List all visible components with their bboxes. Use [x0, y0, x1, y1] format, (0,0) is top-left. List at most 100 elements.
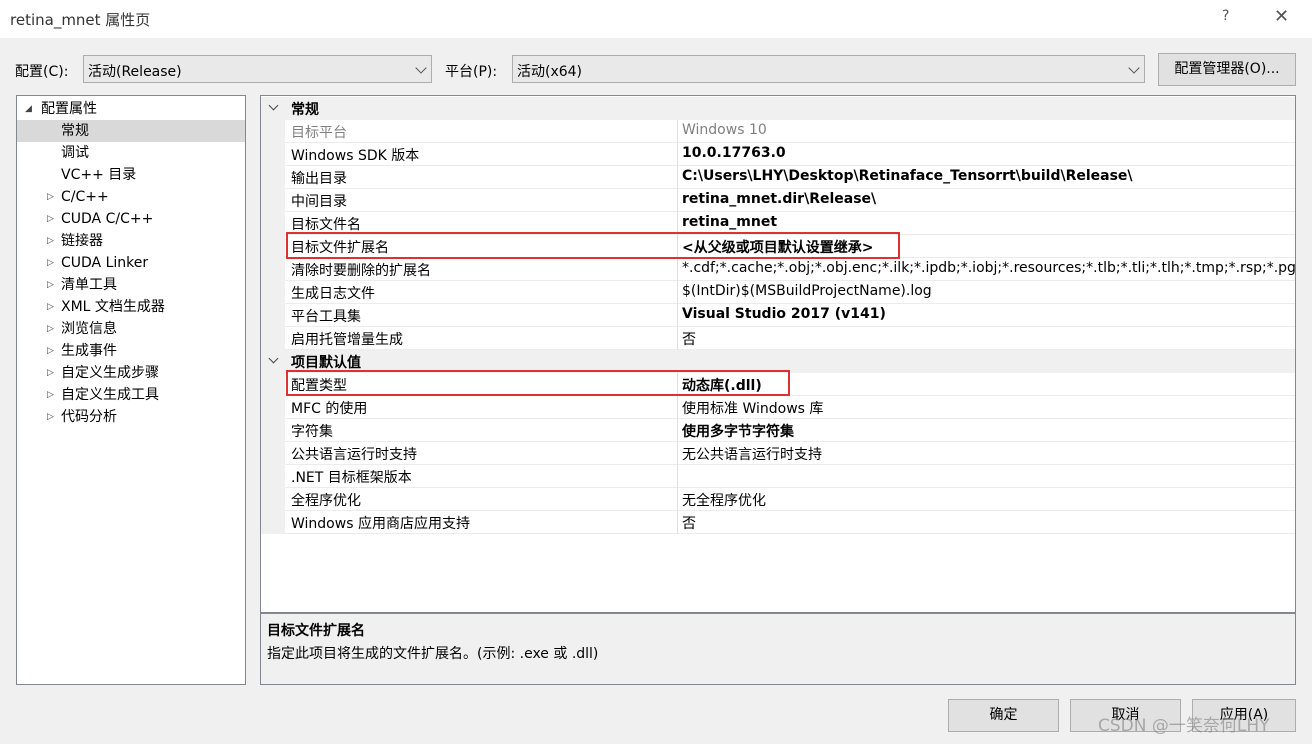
tree-item-cpp[interactable]: ▷ C/C++ — [17, 186, 245, 208]
triangle-right-icon[interactable]: ▷ — [47, 274, 54, 296]
property-value: 否 — [682, 332, 696, 348]
property-name: 生成日志文件 — [291, 286, 375, 302]
property-row[interactable]: 目标平台 Windows 10 — [261, 120, 1295, 143]
tree-item-general[interactable]: 常规 — [17, 120, 245, 142]
property-name: 目标文件名 — [291, 217, 361, 233]
tree-item-label: CUDA C/C++ — [61, 211, 154, 227]
property-name: 清除时要删除的扩展名 — [291, 263, 431, 279]
tree-item-vc-directories[interactable]: VC++ 目录 — [17, 164, 245, 186]
row-gutter — [261, 419, 285, 442]
triangle-right-icon[interactable]: ▷ — [47, 208, 54, 230]
tree-root[interactable]: ◢ 配置属性 — [17, 98, 245, 120]
platform-combo[interactable]: 活动(x64) — [512, 55, 1145, 83]
tree-item-custom-build-step[interactable]: ▷ 自定义生成步骤 — [17, 362, 245, 384]
column-divider — [677, 212, 678, 235]
row-gutter — [261, 281, 285, 304]
property-name: 启用托管增量生成 — [291, 332, 403, 348]
tree-item-build-events[interactable]: ▷ 生成事件 — [17, 340, 245, 362]
triangle-right-icon[interactable]: ▷ — [47, 384, 54, 406]
property-value: 使用标准 Windows 库 — [682, 401, 824, 417]
property-name: 目标文件扩展名 — [291, 240, 389, 256]
tree-item-browse-info[interactable]: ▷ 浏览信息 — [17, 318, 245, 340]
row-gutter — [261, 120, 285, 143]
property-name: 目标平台 — [291, 125, 347, 141]
tree-item-code-analysis[interactable]: ▷ 代码分析 — [17, 406, 245, 428]
property-row[interactable]: 生成日志文件 $(IntDir)$(MSBuildProjectName).lo… — [261, 281, 1295, 304]
triangle-right-icon[interactable]: ▷ — [47, 186, 54, 208]
close-icon[interactable]: ✕ — [1274, 6, 1289, 27]
property-row[interactable]: 目标文件名 retina_mnet — [261, 212, 1295, 235]
property-row[interactable]: 清除时要删除的扩展名 *.cdf;*.cache;*.obj;*.obj.enc… — [261, 258, 1295, 281]
column-divider — [677, 281, 678, 304]
tree-item-manifest-tool[interactable]: ▷ 清单工具 — [17, 274, 245, 296]
property-row[interactable]: 全程序优化 无全程序优化 — [261, 488, 1295, 511]
property-tree: ◢ 配置属性 常规 调试 VC++ 目录 ▷ C/C++ ▷ CUDA C/C+… — [16, 95, 246, 685]
tree-item-label: 代码分析 — [61, 409, 117, 425]
triangle-right-icon[interactable]: ▷ — [47, 296, 54, 318]
config-value: 活动(Release) — [88, 64, 182, 80]
tree-item-cuda-linker[interactable]: ▷ CUDA Linker — [17, 252, 245, 274]
chevron-down-icon[interactable] — [268, 100, 279, 111]
config-manager-button[interactable]: 配置管理器(O)... — [1158, 53, 1296, 86]
triangle-down-icon[interactable]: ◢ — [25, 98, 32, 120]
triangle-right-icon[interactable]: ▷ — [47, 362, 54, 384]
property-row[interactable]: 字符集 使用多字节字符集 — [261, 419, 1295, 442]
description-text: 指定此项目将生成的文件扩展名。(示例: .exe 或 .dll) — [267, 646, 599, 662]
category-project-defaults[interactable]: 项目默认值 — [261, 350, 1295, 373]
tree-item-label: VC++ 目录 — [61, 167, 137, 183]
property-row[interactable]: 输出目录 C:\Users\LHY\Desktop\Retinaface_Ten… — [261, 166, 1295, 189]
tree-item-label: 链接器 — [61, 233, 103, 249]
config-combo[interactable]: 活动(Release) — [83, 55, 432, 83]
property-row[interactable]: Windows SDK 版本 10.0.17763.0 — [261, 143, 1295, 166]
column-divider — [677, 235, 678, 258]
platform-value: 活动(x64) — [517, 64, 583, 80]
triangle-right-icon[interactable]: ▷ — [47, 340, 54, 362]
tree-item-xml-doc[interactable]: ▷ XML 文档生成器 — [17, 296, 245, 318]
ok-button[interactable]: 确定 — [948, 699, 1059, 732]
tree-item-debugging[interactable]: 调试 — [17, 142, 245, 164]
tree-item-custom-build-tool[interactable]: ▷ 自定义生成工具 — [17, 384, 245, 406]
property-value: Windows 10 — [682, 122, 767, 138]
property-row-configuration-type[interactable]: 配置类型 动态库(.dll) — [261, 373, 1295, 396]
property-row[interactable]: 中间目录 retina_mnet.dir\Release\ — [261, 189, 1295, 212]
property-row-target-extension[interactable]: 目标文件扩展名 <从父级或项目默认设置继承> — [261, 235, 1295, 258]
property-row[interactable]: Windows 应用商店应用支持 否 — [261, 511, 1295, 534]
category-general[interactable]: 常规 — [261, 97, 1295, 120]
property-row[interactable]: .NET 目标框架版本 — [261, 465, 1295, 488]
triangle-right-icon[interactable]: ▷ — [47, 318, 54, 340]
column-divider — [677, 419, 678, 442]
tree-item-cuda-cpp[interactable]: ▷ CUDA C/C++ — [17, 208, 245, 230]
tree-item-linker[interactable]: ▷ 链接器 — [17, 230, 245, 252]
column-divider — [677, 488, 678, 511]
property-name: .NET 目标框架版本 — [291, 470, 412, 486]
triangle-right-icon[interactable]: ▷ — [47, 252, 54, 274]
property-value: 否 — [682, 516, 696, 532]
watermark: CSDN @一笑奈何LHY — [1098, 716, 1270, 736]
property-name: MFC 的使用 — [291, 401, 368, 417]
triangle-right-icon[interactable]: ▷ — [47, 406, 54, 428]
tree-item-label: 调试 — [61, 145, 89, 161]
property-value: retina_mnet — [682, 214, 778, 230]
property-value: 动态库(.dll) — [682, 378, 762, 394]
property-name: 全程序优化 — [291, 493, 361, 509]
property-row[interactable]: MFC 的使用 使用标准 Windows 库 — [261, 396, 1295, 419]
column-divider — [677, 465, 678, 488]
property-value: Visual Studio 2017 (v141) — [682, 306, 886, 322]
tree-item-label: 生成事件 — [61, 343, 117, 359]
triangle-right-icon[interactable]: ▷ — [47, 230, 54, 252]
tree-item-label: 自定义生成步骤 — [61, 365, 159, 381]
tree-item-label: XML 文档生成器 — [61, 299, 165, 315]
help-icon[interactable]: ? — [1222, 8, 1229, 24]
column-divider — [677, 189, 678, 212]
property-row[interactable]: 启用托管增量生成 否 — [261, 327, 1295, 350]
property-value: 10.0.17763.0 — [682, 145, 786, 161]
chevron-down-icon — [1128, 62, 1140, 74]
row-gutter — [261, 327, 285, 350]
property-value: retina_mnet.dir\Release\ — [682, 191, 877, 207]
property-value: 无公共语言运行时支持 — [682, 447, 822, 463]
chevron-down-icon[interactable] — [268, 353, 279, 364]
property-row[interactable]: 公共语言运行时支持 无公共语言运行时支持 — [261, 442, 1295, 465]
row-gutter — [261, 166, 285, 189]
property-row[interactable]: 平台工具集 Visual Studio 2017 (v141) — [261, 304, 1295, 327]
tree-item-label: C/C++ — [61, 189, 109, 205]
